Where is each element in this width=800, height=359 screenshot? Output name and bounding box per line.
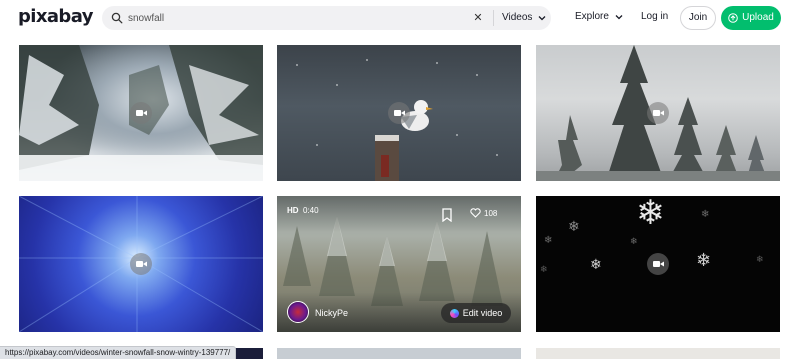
edit-video-label: Edit video [462,308,503,318]
video-result-5[interactable]: HD 0:40 108 NickyPe Edit video [277,196,521,332]
video-camera-icon [647,253,669,275]
snowflake-graphic: ❄ [636,196,665,233]
video-result-2[interactable] [277,45,521,181]
explore-label: Explore [575,11,609,22]
author-name[interactable]: NickyPe [315,308,348,318]
join-button[interactable]: Join [680,6,716,30]
video-camera-icon [647,102,669,124]
video-duration: 0:40 [303,206,319,215]
video-result-6[interactable]: ❄ ❄ ❄ ❄ ❄ ❄ ❄ ❄ ❄ [536,196,780,332]
upload-icon [728,13,738,23]
bookmark-icon[interactable] [441,208,453,222]
like-button[interactable]: 108 [470,208,497,218]
explore-menu[interactable]: Explore [575,11,623,22]
link-status-bar: https://pixabay.com/videos/winter-snowfa… [0,346,237,359]
edit-video-button[interactable]: Edit video [441,303,511,323]
snowflake-graphic: ❄ [630,237,638,247]
upload-label: Upload [742,12,774,23]
hd-badge: HD [287,206,299,215]
snowflake-graphic: ❄ [696,250,712,271]
close-icon[interactable]: ✕ [471,11,485,25]
like-count: 108 [484,208,498,218]
upload-button[interactable]: Upload [721,6,781,30]
video-camera-icon [130,102,152,124]
pixabay-logo[interactable]: pixabay [18,6,93,27]
search-input[interactable] [124,9,454,27]
video-result-4[interactable] [19,196,263,332]
top-header: pixabay ✕ Videos Explore Log in Join Upl… [0,0,800,38]
video-result-8[interactable] [277,348,521,359]
video-result-9[interactable] [536,348,780,359]
media-type-select[interactable]: Videos [502,9,546,27]
chevron-down-icon [615,14,623,19]
search-divider [493,10,494,26]
search-bar: ✕ Videos [102,6,551,30]
snowflake-graphic: ❄ [756,255,764,265]
snowflake-graphic: ❄ [540,265,548,275]
video-result-3[interactable] [536,45,780,181]
search-icon [111,12,123,24]
author-avatar[interactable] [287,301,309,323]
media-type-label: Videos [502,12,533,23]
video-camera-icon [130,253,152,275]
snowflake-graphic: ❄ [701,209,710,220]
video-camera-icon [388,102,410,124]
heart-icon [470,208,481,218]
video-result-1[interactable] [19,45,263,181]
snowflake-graphic: ❄ [544,235,553,246]
snowflake-graphic: ❄ [568,219,580,235]
snowflake-graphic: ❄ [590,257,602,273]
login-link[interactable]: Log in [641,11,668,22]
edit-icon [449,308,459,318]
chevron-down-icon [538,16,546,21]
